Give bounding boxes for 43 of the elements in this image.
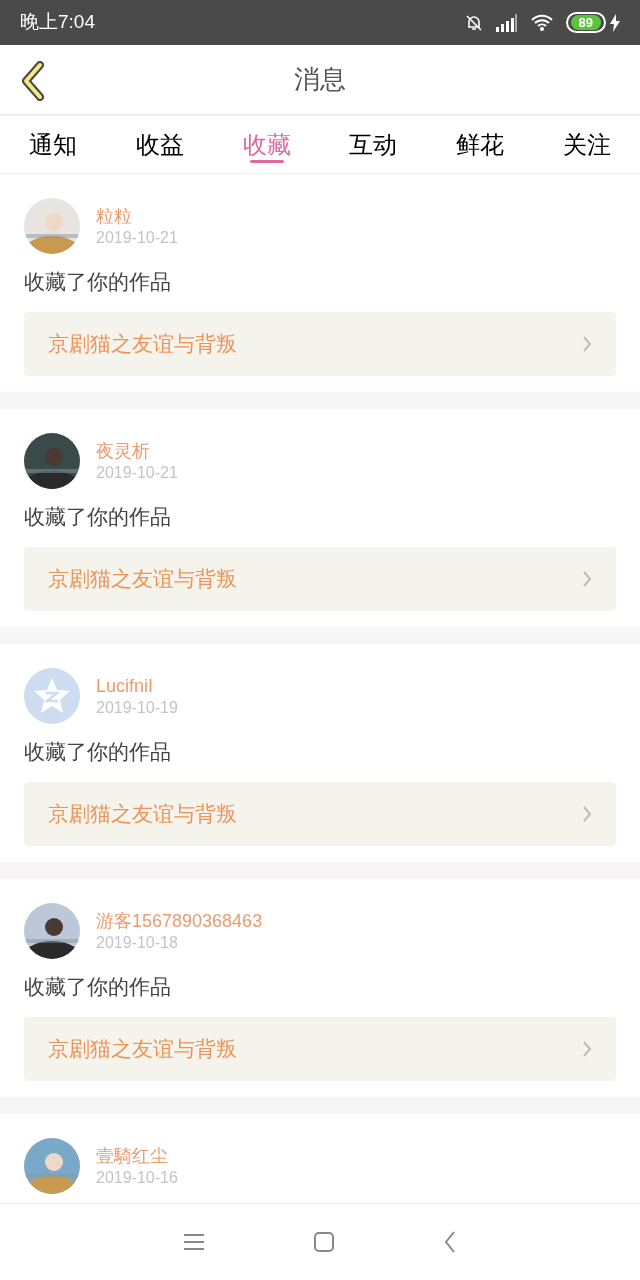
charging-icon xyxy=(610,13,620,32)
user-name[interactable]: 壹騎红尘 xyxy=(96,1144,178,1168)
message-text: 收藏了你的作品 xyxy=(24,269,172,295)
back-icon xyxy=(444,1231,456,1253)
chevron-right-icon xyxy=(582,805,592,823)
message-date: 2019-10-19 xyxy=(96,698,178,718)
wifi-icon xyxy=(529,13,554,32)
tab[interactable]: 关注 xyxy=(533,116,640,173)
message-date: 2019-10-16 xyxy=(96,1168,178,1188)
user-name[interactable]: 夜灵析 xyxy=(96,439,178,463)
menu-button[interactable] xyxy=(184,1234,204,1250)
message-text: 收藏了你的作品 xyxy=(24,739,172,765)
chevron-right-icon xyxy=(582,570,592,588)
work-link[interactable]: 京剧猫之友谊与背叛 xyxy=(24,782,616,846)
work-link[interactable]: 京剧猫之友谊与背叛 xyxy=(24,547,616,611)
chevron-right-icon xyxy=(582,1040,592,1058)
signal-icon xyxy=(495,13,518,32)
user-name[interactable]: 游客1567890368463 xyxy=(96,909,263,933)
tab[interactable]: 互动 xyxy=(320,116,427,173)
message-text: 收藏了你的作品 xyxy=(24,974,172,1000)
user-name[interactable]: 粒粒 xyxy=(96,204,178,228)
menu-icon xyxy=(184,1234,204,1250)
message-date: 2019-10-18 xyxy=(96,933,179,953)
message-date: 2019-10-21 xyxy=(96,228,178,248)
home-icon xyxy=(314,1232,334,1252)
message-date: 2019-10-21 xyxy=(96,463,178,483)
work-link[interactable]: 京剧猫之友谊与背叛 xyxy=(24,1017,616,1081)
message-text: 收藏了你的作品 xyxy=(24,504,172,530)
user-name[interactable]: LucifniI xyxy=(96,674,178,698)
back-nav-button[interactable] xyxy=(444,1231,456,1253)
status-time: 晚上7:04 xyxy=(20,10,95,35)
tab[interactable]: 鲜花 xyxy=(426,116,534,173)
battery-level: 89 xyxy=(565,12,606,33)
chevron-right-icon xyxy=(582,335,592,353)
home-button[interactable] xyxy=(314,1232,334,1252)
muted-bell-icon xyxy=(463,12,484,33)
tab[interactable]: 通知 xyxy=(0,116,107,173)
tab[interactable]: 收藏 xyxy=(213,116,320,173)
tab[interactable]: 收益 xyxy=(106,116,214,173)
page-title: 消息 xyxy=(294,63,346,96)
star-avatar-icon xyxy=(24,668,80,724)
work-link[interactable]: 京剧猫之友谊与背叛 xyxy=(24,312,616,376)
back-icon xyxy=(20,61,44,101)
